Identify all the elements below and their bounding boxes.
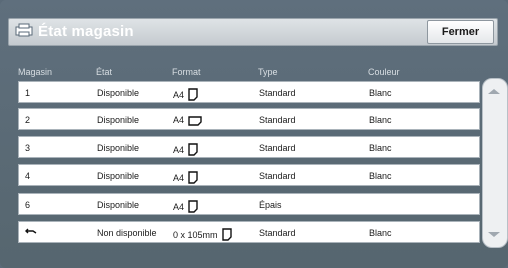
cell-magasin: 4	[25, 171, 31, 181]
close-button[interactable]: Fermer	[427, 20, 494, 44]
cell-etat: Disponible	[97, 115, 140, 125]
cell-etat: Disponible	[97, 200, 140, 210]
column-header-etat: État	[96, 67, 113, 77]
cell-etat: Non disponible	[97, 228, 157, 238]
cell-type: Standard	[259, 171, 296, 181]
column-header-magasin: Magasin	[18, 67, 53, 77]
table-row[interactable]: 1 Disponible A4 Standard Blanc	[18, 81, 480, 103]
cell-etat: Disponible	[97, 171, 140, 181]
cell-format: A4	[173, 200, 198, 213]
cell-type: Épais	[259, 200, 282, 210]
cell-format: A4	[173, 143, 198, 156]
cell-etat: Disponible	[97, 88, 140, 98]
table-row[interactable]: Non disponible 0 x 105mm Standard Blanc	[18, 221, 480, 243]
cell-magasin: 1	[25, 88, 31, 98]
paper-portrait-icon	[188, 143, 198, 156]
column-header-type: Type	[258, 67, 278, 77]
cell-format: A4	[173, 88, 198, 101]
paper-portrait-icon	[188, 200, 198, 213]
table-row[interactable]: 4 Disponible A4 Standard Blanc	[18, 164, 480, 186]
cell-magasin: 6	[25, 200, 31, 210]
cell-type: Standard	[259, 143, 296, 153]
printer-icon	[15, 23, 33, 37]
window-title: État magasin	[38, 23, 134, 40]
table-row[interactable]: 3 Disponible A4 Standard Blanc	[18, 136, 480, 158]
scroll-up-icon[interactable]	[488, 89, 500, 94]
column-header-couleur: Couleur	[368, 67, 400, 77]
cell-format: A4	[173, 115, 202, 126]
cell-couleur: Blanc	[369, 143, 392, 153]
cell-format: A4	[173, 171, 198, 184]
cell-magasin: 3	[25, 143, 31, 153]
scroll-down-icon[interactable]	[488, 232, 500, 237]
column-header-format: Format	[172, 67, 201, 77]
cell-couleur: Blanc	[369, 88, 392, 98]
cell-couleur: Blanc	[369, 171, 392, 181]
table-row[interactable]: 2 Disponible A4 Standard Blanc	[18, 108, 480, 130]
cell-format: 0 x 105mm	[173, 228, 232, 241]
cell-type: Standard	[259, 88, 296, 98]
cell-couleur: Blanc	[369, 115, 392, 125]
paper-portrait-icon	[188, 88, 198, 101]
paper-landscape-icon	[188, 116, 202, 126]
cell-couleur: Blanc	[369, 228, 392, 238]
cell-magasin: 2	[25, 115, 31, 125]
paper-portrait-icon	[221, 228, 232, 241]
cell-etat: Disponible	[97, 143, 140, 153]
bypass-tray-icon	[25, 227, 37, 239]
cell-type: Standard	[259, 115, 296, 125]
cell-type: Standard	[259, 228, 296, 238]
paper-portrait-icon	[188, 171, 198, 184]
scrollbar[interactable]	[482, 78, 508, 248]
table-row[interactable]: 6 Disponible A4 Épais	[18, 193, 480, 215]
